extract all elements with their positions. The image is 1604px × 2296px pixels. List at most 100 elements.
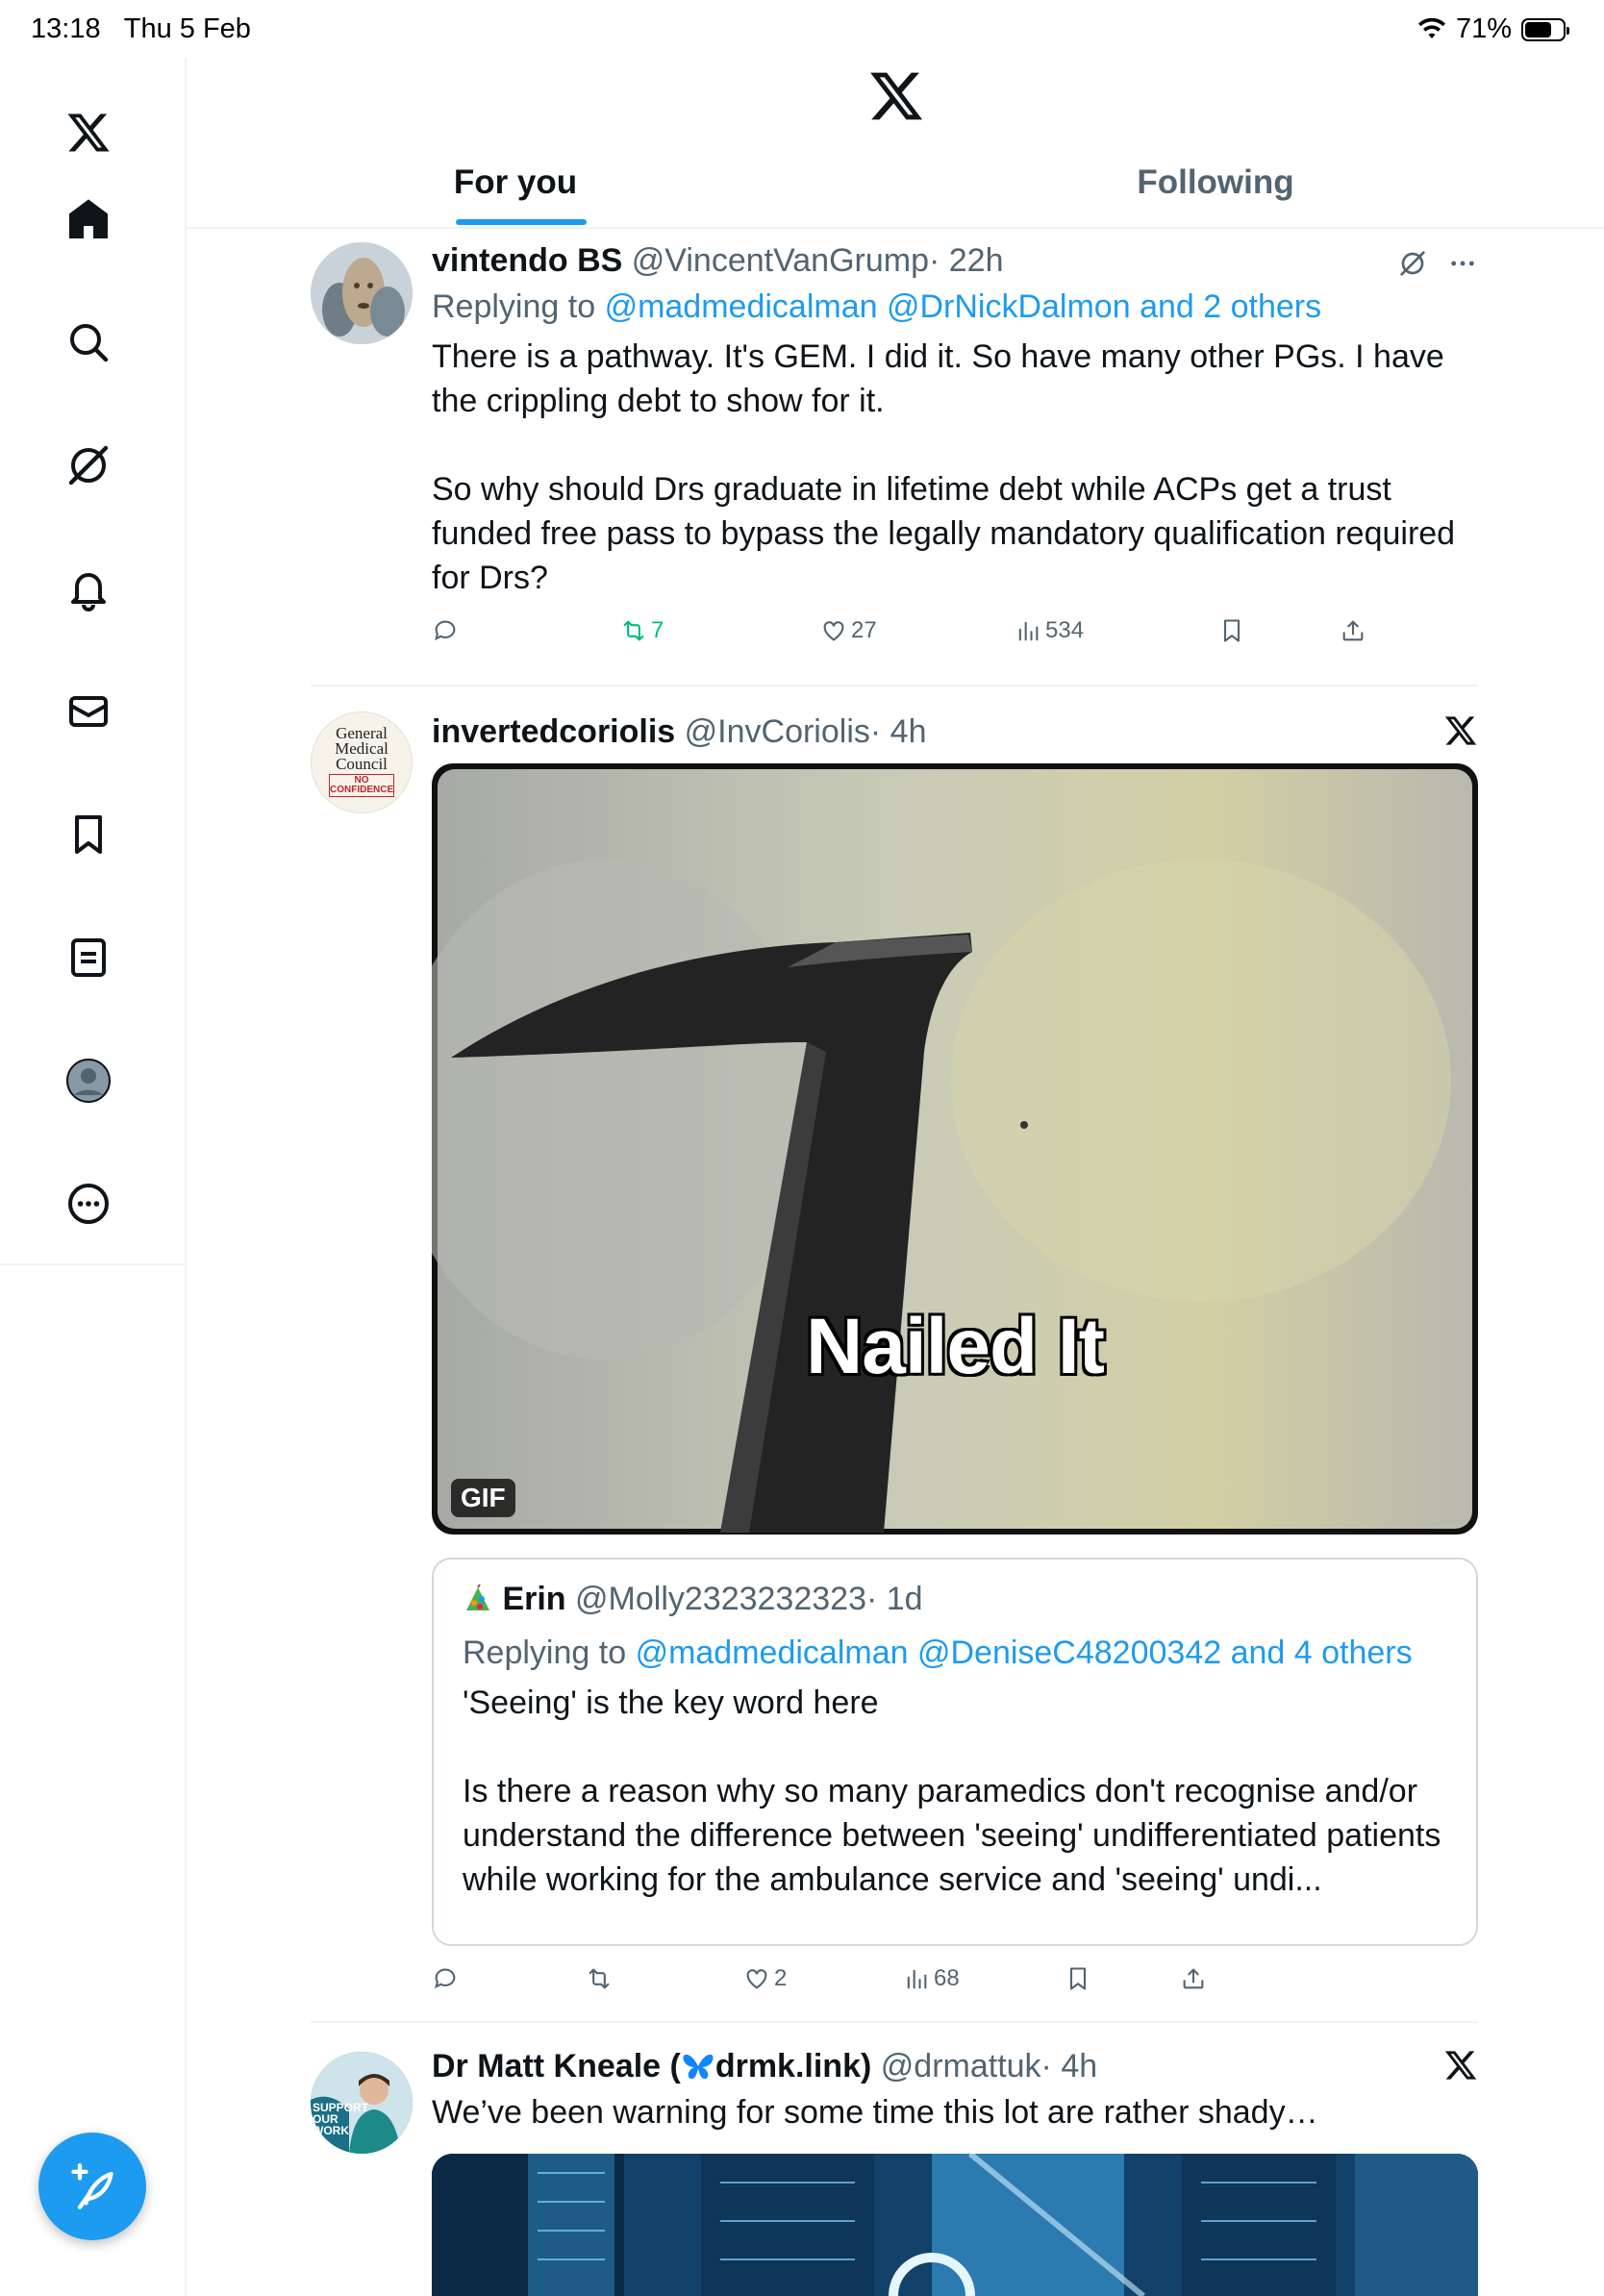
handle[interactable]: @InvCoriolis (685, 713, 870, 750)
x-source-icon (1444, 2051, 1477, 2080)
more-options-icon[interactable] (1447, 248, 1478, 279)
display-name[interactable]: Dr Matt Kneale (drmk.link) (432, 2048, 871, 2084)
gif-frame (432, 769, 1472, 1533)
battery-icon (1521, 17, 1569, 41)
handle[interactable]: @drmattuk (881, 2048, 1041, 2084)
gif-media[interactable]: Nailed It GIF (432, 763, 1478, 1535)
more-icon[interactable] (40, 1156, 137, 1252)
heart-icon (746, 1969, 767, 1989)
repost-button[interactable] (586, 1965, 613, 1992)
clock: 13:18 (31, 13, 101, 44)
profile-icon[interactable] (40, 1033, 137, 1129)
gif-badge: GIF (451, 1479, 515, 1517)
views-button[interactable]: 534 (1015, 617, 1084, 644)
quote-header: Erin @Molly2323232323· 1d (463, 1579, 1447, 1619)
tweet-header: invertedcoriolis @InvCoriolis· 4h (432, 711, 1478, 752)
replying-prefix: Replying to (463, 1635, 627, 1671)
messages-icon[interactable] (40, 663, 137, 760)
reply-button[interactable] (432, 617, 459, 644)
x-logo-icon[interactable] (867, 67, 925, 125)
timeline-header: For you Following (187, 58, 1604, 229)
avatar-text: SUPPORT OUR WORK (313, 2101, 369, 2137)
tweet-text: There is a pathway. It's GEM. I did it. … (432, 338, 1456, 596)
grok-icon[interactable] (1397, 248, 1428, 279)
status-right: 71% (1417, 13, 1569, 45)
share-icon (1183, 1968, 1204, 1989)
tab-following[interactable]: Following (1081, 163, 1350, 202)
quote-avatar[interactable] (463, 1584, 493, 1614)
tweet[interactable]: SUPPORT OUR WORK Dr Matt Kneale (drmk.li… (311, 2046, 1478, 2296)
server-room-image (432, 2154, 1478, 2296)
view-count: 68 (934, 1965, 960, 1991)
tweet-text: We’ve been warning for some time this lo… (432, 2094, 1318, 2131)
quote-display-name[interactable]: Erin (502, 1581, 565, 1617)
view-count: 534 (1045, 617, 1085, 643)
tweet-body: vintendo BS @VincentVanGrump· 22h Replyi… (432, 240, 1478, 656)
replying-to-links[interactable]: @madmedicalman @DeniseC48200342 and 4 ot… (636, 1635, 1413, 1671)
quote-timestamp[interactable]: · 1d (866, 1581, 923, 1617)
like-count: 2 (774, 1965, 788, 1991)
compose-feather-icon (71, 2163, 113, 2209)
tweet[interactable]: vintendo BS @VincentVanGrump· 22h Replyi… (311, 240, 1478, 663)
like-button[interactable]: 27 (820, 617, 877, 644)
tweet-body: invertedcoriolis @InvCoriolis· 4h (432, 711, 1478, 752)
avatar-stamp: NO CONFIDENCE (329, 774, 394, 797)
status-time: 13:18 Thu 5 Feb (31, 13, 251, 45)
share-button[interactable] (1340, 617, 1366, 644)
date: Thu 5 Feb (123, 13, 251, 44)
repost-button[interactable]: 7 (620, 617, 664, 644)
sidebar-divider (0, 1263, 185, 1265)
tweet-separator (311, 685, 1478, 686)
like-count: 27 (851, 617, 877, 643)
display-name[interactable]: vintendo BS (432, 242, 622, 279)
replying-prefix: Replying to (432, 288, 596, 325)
notifications-icon[interactable] (40, 540, 137, 636)
battery-percent: 71% (1455, 13, 1512, 44)
gif-caption: Nailed It (806, 1303, 1105, 1390)
tweet-header: Dr Matt Kneale (drmk.link) @drmattuk· 4h (432, 2046, 1478, 2086)
handle[interactable]: @VincentVanGrump (632, 242, 929, 279)
tweet-image[interactable] (432, 2154, 1478, 2296)
compose-button[interactable] (38, 2133, 146, 2240)
bookmarks-icon[interactable] (40, 786, 137, 883)
repost-icon (623, 620, 644, 641)
tab-for-you[interactable]: For you (408, 163, 623, 202)
wifi-icon (1417, 17, 1445, 38)
grok-icon[interactable] (40, 417, 137, 513)
avatar[interactable]: SUPPORT OUR WORK (311, 2052, 413, 2154)
display-name[interactable]: invertedcoriolis (432, 713, 675, 750)
quote-replying-to: Replying to @madmedicalman @DeniseC48200… (463, 1631, 1447, 1675)
quote-handle[interactable]: @Molly2323232323 (575, 1581, 866, 1617)
tweet[interactable]: General Medical Council NO CONFIDENCE in… (311, 711, 1478, 2000)
home-icon[interactable] (40, 171, 137, 267)
avatar[interactable]: General Medical Council NO CONFIDENCE (311, 711, 413, 813)
like-button[interactable]: 2 (743, 1965, 787, 1992)
bookmark-button[interactable] (1065, 1965, 1091, 1992)
display-name-suffix: drmk.link) (714, 2048, 872, 2084)
tweet-separator (311, 2021, 1478, 2023)
tweet-actions: 2 68 (432, 1965, 1478, 2004)
quoted-tweet[interactable]: Erin @Molly2323232323· 1d Replying to @m… (432, 1558, 1478, 1946)
search-icon[interactable] (40, 294, 137, 390)
timestamp[interactable]: · 22h (929, 242, 1004, 279)
x-logo-icon[interactable] (40, 85, 137, 181)
lists-icon[interactable] (40, 910, 137, 1006)
views-icon (907, 1969, 927, 1989)
reply-icon (435, 620, 456, 641)
status-bar: 13:18 Thu 5 Feb 71% (0, 0, 1604, 58)
share-button[interactable] (1180, 1965, 1207, 1992)
timestamp[interactable]: · 4h (870, 713, 927, 750)
reply-button[interactable] (432, 1965, 459, 1992)
battery-fill (1525, 21, 1551, 37)
tweet-actions: 7 27 534 (432, 617, 1478, 656)
heart-icon (823, 621, 844, 641)
replying-to-links[interactable]: @madmedicalman @DrNickDalmon and 2 other… (605, 288, 1322, 325)
timestamp[interactable]: · 4h (1041, 2048, 1098, 2084)
quote-text: 'Seeing' is the key word here Is there a… (463, 1685, 1441, 1898)
avatar[interactable] (311, 242, 413, 344)
tweet-header: vintendo BS @VincentVanGrump· 22h (432, 240, 1478, 281)
tweet-body: Dr Matt Kneale (drmk.link) @drmattuk· 4h… (432, 2046, 1478, 2134)
bookmark-icon (1069, 1967, 1087, 1990)
bookmark-button[interactable] (1218, 617, 1245, 644)
views-button[interactable]: 68 (903, 1965, 960, 1992)
